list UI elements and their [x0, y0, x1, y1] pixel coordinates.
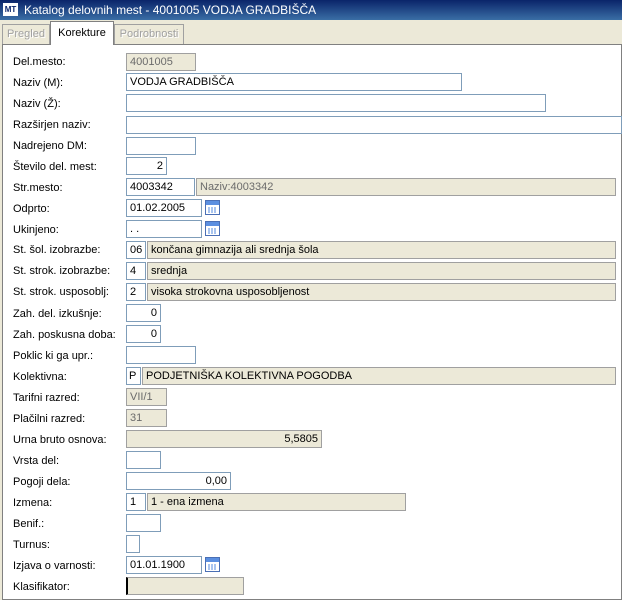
- ukinjeno-date-input[interactable]: . .: [126, 220, 202, 238]
- izmena-description: 1 - ena izmena: [147, 493, 406, 511]
- label-urna-bruto-osnova: Urna bruto osnova:: [13, 434, 107, 446]
- label-vrsta-del: Vrsta del:: [13, 455, 60, 467]
- label-pogoji-dela: Pogoji dela:: [13, 476, 71, 488]
- label-nadrejeno-dm: Nadrejeno DM:: [13, 140, 87, 152]
- label-klasifikator: Klasifikator:: [13, 581, 70, 593]
- label-kolektivna: Kolektivna:: [13, 371, 67, 383]
- st-strok-usposoblj-input[interactable]: 2: [126, 283, 146, 301]
- nadrejeno-dm-input[interactable]: [126, 137, 196, 155]
- klasifikator-input[interactable]: [126, 577, 244, 595]
- stevilo-del-mest-input[interactable]: 2: [126, 157, 167, 175]
- izmena-input[interactable]: 1: [126, 493, 146, 511]
- st-sol-izobrazbe-input[interactable]: 06: [126, 241, 146, 259]
- pogoji-dela-input[interactable]: 0,00: [126, 472, 231, 490]
- tab-pregled[interactable]: Pregled: [2, 24, 50, 44]
- st-strok-izobrazbe-input[interactable]: 4: [126, 262, 146, 280]
- poklic-input[interactable]: [126, 346, 196, 364]
- title-bar: MT Katalog delovnih mest - 4001005 VODJA…: [0, 0, 622, 20]
- str-mesto-input[interactable]: 4003342: [126, 178, 195, 196]
- kolektivna-description: PODJETNIŠKA KOLEKTIVNA POGODBA: [142, 367, 616, 385]
- turnus-input[interactable]: [126, 535, 140, 553]
- label-izmena: Izmena:: [13, 497, 53, 509]
- label-tarifni-razred: Tarifni razred:: [13, 392, 80, 404]
- label-izjava-o-varnosti: Izjava o varnosti:: [13, 560, 96, 572]
- label-naziv-m: Naziv (M):: [13, 77, 64, 89]
- label-zah-del-izkusnje: Zah. del. izkušnje:: [13, 308, 102, 320]
- label-naziv-z: Naziv (Ž):: [13, 98, 61, 110]
- izjava-o-varnosti-date-input[interactable]: 01.01.1900: [126, 556, 202, 574]
- zah-del-izkusnje-input[interactable]: 0: [126, 304, 161, 322]
- label-turnus: Turnus:: [13, 539, 50, 551]
- tarifni-razred-field: VII/1: [126, 388, 167, 406]
- naziv-m-input[interactable]: VODJA GRADBIŠČA: [126, 73, 462, 91]
- st-strok-izobrazbe-description: srednja: [147, 262, 616, 280]
- label-ukinjeno: Ukinjeno:: [13, 224, 59, 236]
- label-str-mesto: Str.mesto:: [13, 182, 63, 194]
- calendar-icon[interactable]: [205, 221, 220, 236]
- label-zah-poskusna-doba: Zah. poskusna doba:: [13, 329, 116, 341]
- app-logo: MT: [3, 3, 18, 16]
- tab-podrobnosti[interactable]: Podrobnosti: [114, 24, 184, 44]
- razsirjen-naziv-input[interactable]: [126, 116, 622, 134]
- label-stevilo-del-mest: Število del. mest:: [13, 161, 97, 173]
- del-mesto-field[interactable]: 4001005: [126, 53, 196, 71]
- str-mesto-description: Naziv:4003342: [196, 178, 616, 196]
- kolektivna-input[interactable]: P: [126, 367, 141, 385]
- label-st-sol-izobrazbe: St. šol. izobrazbe:: [13, 244, 101, 256]
- vrsta-del-input[interactable]: [126, 451, 161, 469]
- odprto-date-input[interactable]: 01.02.2005: [126, 199, 202, 217]
- label-razsirjen-naziv: Razširjen naziv:: [13, 119, 91, 131]
- tab-strip: Pregled Korekture Podrobnosti: [0, 20, 622, 45]
- calendar-icon[interactable]: [205, 200, 220, 215]
- window-title: Katalog delovnih mest - 4001005 VODJA GR…: [24, 3, 317, 17]
- label-benif: Benif.:: [13, 518, 45, 530]
- st-strok-usposoblj-description: visoka strokovna usposobljenost: [147, 283, 616, 301]
- calendar-icon[interactable]: [205, 557, 220, 572]
- placilni-razred-field: 31: [126, 409, 167, 427]
- label-poklic: Poklic ki ga upr.:: [13, 350, 94, 362]
- label-st-strok-usposoblj: St. strok. usposoblj:: [13, 286, 109, 298]
- urna-bruto-osnova-field: 5,5805: [126, 430, 322, 448]
- benif-input[interactable]: [126, 514, 161, 532]
- naziv-z-input[interactable]: [126, 94, 546, 112]
- tab-korekture[interactable]: Korekture: [50, 21, 114, 45]
- label-placilni-razred: Plačilni razred:: [13, 413, 86, 425]
- label-st-strok-izobrazbe: St. strok. izobrazbe:: [13, 265, 111, 277]
- label-del-mesto: Del.mesto:: [13, 56, 66, 68]
- zah-poskusna-doba-input[interactable]: 0: [126, 325, 161, 343]
- st-sol-izobrazbe-description: končana gimnazija ali srednja šola: [147, 241, 616, 259]
- label-odprto: Odprto:: [13, 203, 50, 215]
